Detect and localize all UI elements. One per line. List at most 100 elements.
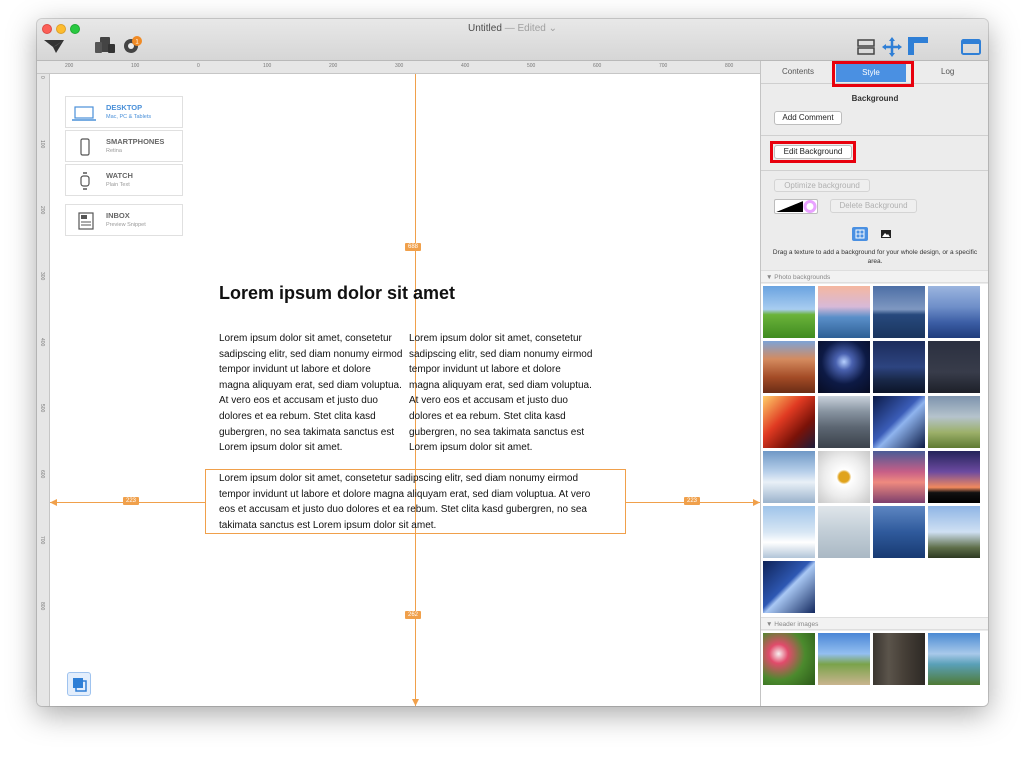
disclosure-triangle-icon: ▼: [766, 274, 775, 281]
device-name: SMARTPHONES: [106, 137, 165, 146]
guide-badge-left: 223: [123, 497, 140, 505]
device-name: WATCH: [106, 171, 133, 180]
thumbnail-wood-texture[interactable]: [873, 633, 925, 685]
thumbnail-red-rock-canyon[interactable]: [763, 341, 815, 393]
paper-plane-icon[interactable]: [43, 38, 65, 54]
disclosure-triangle-icon: ▼: [766, 621, 775, 628]
thumbnail-white-daisy[interactable]: [818, 451, 870, 503]
tab-contents[interactable]: Contents: [782, 67, 814, 76]
text-column-left[interactable]: Lorem ipsum dolor sit amet, consetetur s…: [219, 331, 404, 456]
ruler-label: 800: [725, 63, 734, 69]
thumbnail-palm-trees[interactable]: [928, 506, 980, 558]
device-inbox[interactable]: INBOX Preview Snippet: [65, 204, 183, 236]
thumbnail-country-road[interactable]: [818, 633, 870, 685]
text-column-right[interactable]: Lorem ipsum dolor sit amet, consetetur s…: [409, 331, 594, 456]
divider: [761, 135, 988, 136]
thumbnail-sea-of-clouds[interactable]: [763, 506, 815, 558]
notification-badge-icon[interactable]: 1: [123, 36, 143, 54]
thumbnail-dark-night-sky[interactable]: [928, 341, 980, 393]
thumbnail-blue-ocean-horizon[interactable]: [873, 286, 925, 338]
selected-text-block[interactable]: Lorem ipsum dolor sit amet, consetetur s…: [219, 471, 604, 533]
add-comment-button[interactable]: Add Comment: [774, 111, 842, 125]
top-ruler[interactable]: 200 100 0 100 200 300 400 500 600 700 800: [37, 61, 760, 74]
panel-toggle-icon[interactable]: [961, 39, 981, 55]
design-canvas[interactable]: DESKTOP Mac, PC & Tablets SMARTPHONES Re…: [50, 74, 760, 706]
down-arrow-icon: [412, 699, 419, 706]
tab-log[interactable]: Log: [941, 67, 954, 76]
thumbnail-green-hills[interactable]: [763, 286, 815, 338]
thumbnail-milky-way-blue[interactable]: [763, 561, 815, 613]
header-images-header[interactable]: ▼ Header images: [761, 617, 988, 630]
ruler-label: 200: [39, 206, 45, 215]
device-subtitle: Mac, PC & Tablets: [106, 114, 152, 120]
thumbnail-pink-dusk-clouds[interactable]: [873, 451, 925, 503]
page-headline[interactable]: Lorem ipsum dolor sit amet: [219, 283, 455, 304]
thumbnail-deep-blue-water[interactable]: [873, 506, 925, 558]
delete-background-button[interactable]: Delete Background: [830, 199, 917, 213]
right-arrow-icon: [753, 499, 760, 506]
ruler-label: 800: [39, 602, 45, 611]
title-bar: Untitled — Edited ⌄ 1: [37, 19, 988, 61]
section-title-background: Background: [851, 94, 899, 103]
photo-backgrounds-header[interactable]: ▼ Photo backgrounds: [761, 270, 988, 283]
thumbnail-pebble-beach[interactable]: [818, 396, 870, 448]
window-title-edited: — Edited ⌄: [504, 23, 557, 34]
device-subtitle: Retina: [106, 148, 122, 154]
device-name: INBOX: [106, 211, 130, 220]
smartphone-icon: [78, 138, 92, 156]
ruler-label: 100: [263, 63, 272, 69]
thumbnail-snowy-bridge[interactable]: [763, 451, 815, 503]
device-desktop[interactable]: DESKTOP Mac, PC & Tablets: [65, 96, 183, 128]
laptop-icon: [72, 104, 96, 122]
thumbnail-fireworks-night[interactable]: [818, 341, 870, 393]
thumbnail-dandelion-field[interactable]: [928, 396, 980, 448]
left-arrow-icon: [50, 499, 57, 506]
thumbnail-misty-blue-mountains[interactable]: [928, 286, 980, 338]
window-title: Untitled — Edited ⌄: [37, 23, 988, 34]
ruler-label: 600: [39, 470, 45, 479]
thumbnail-flower-meadow[interactable]: [763, 633, 815, 685]
header-images-grid: [761, 631, 988, 706]
guide-badge-top: 688: [405, 243, 422, 251]
device-watch[interactable]: WATCH Plain Text: [65, 164, 183, 196]
device-smartphones[interactable]: SMARTPHONES Retina: [65, 130, 183, 162]
guide-badge-right: 223: [684, 497, 701, 505]
layout-icon[interactable]: [857, 39, 875, 55]
highlight-style-tab: [832, 61, 914, 87]
texture-mode-button[interactable]: [852, 227, 868, 241]
thumbnail-pink-sunset-sea[interactable]: [818, 286, 870, 338]
ruler-label: 0: [197, 63, 200, 69]
move-arrows-icon[interactable]: [882, 37, 902, 57]
highlight-edit-background: [770, 141, 856, 163]
thumbnail-starry-night-mountains[interactable]: [873, 341, 925, 393]
thumbnail-frosted-forest[interactable]: [818, 506, 870, 558]
window-title-text: Untitled: [468, 23, 502, 34]
ruler-label: 500: [39, 404, 45, 413]
image-mode-button[interactable]: [878, 227, 894, 241]
ruler-label: 600: [593, 63, 602, 69]
ruler-label: 200: [65, 63, 74, 69]
image-icon: [881, 230, 891, 238]
optimize-background-button[interactable]: Optimize background: [774, 179, 870, 192]
thumbnail-milky-way[interactable]: [873, 396, 925, 448]
color-picker-swatch[interactable]: [774, 199, 818, 214]
ruler-label: 700: [659, 63, 668, 69]
device-name: DESKTOP: [106, 103, 143, 112]
ruler-label: 400: [461, 63, 470, 69]
layers-button[interactable]: [67, 672, 91, 696]
device-subtitle: Preview Snippet: [106, 222, 146, 228]
ruler-icon[interactable]: [907, 36, 929, 56]
ruler-label: 100: [131, 63, 140, 69]
inspector-panel: Contents Style Log Background Add Commen…: [760, 61, 988, 706]
ruler-label: 500: [527, 63, 536, 69]
ruler-label: 200: [329, 63, 338, 69]
thumbnail-red-phone-booth-lights[interactable]: [763, 396, 815, 448]
devices-icon[interactable]: [94, 36, 116, 54]
thumbnail-lake-landscape[interactable]: [928, 633, 980, 685]
color-wheel-icon: [776, 200, 817, 213]
ruler-label: 300: [39, 272, 45, 281]
ruler-label: 300: [395, 63, 404, 69]
thumbnail-purple-sunset-ridge[interactable]: [928, 451, 980, 503]
photo-backgrounds-grid: [761, 284, 988, 617]
left-ruler[interactable]: 0 100 200 300 400 500 600 700 800: [37, 74, 50, 706]
